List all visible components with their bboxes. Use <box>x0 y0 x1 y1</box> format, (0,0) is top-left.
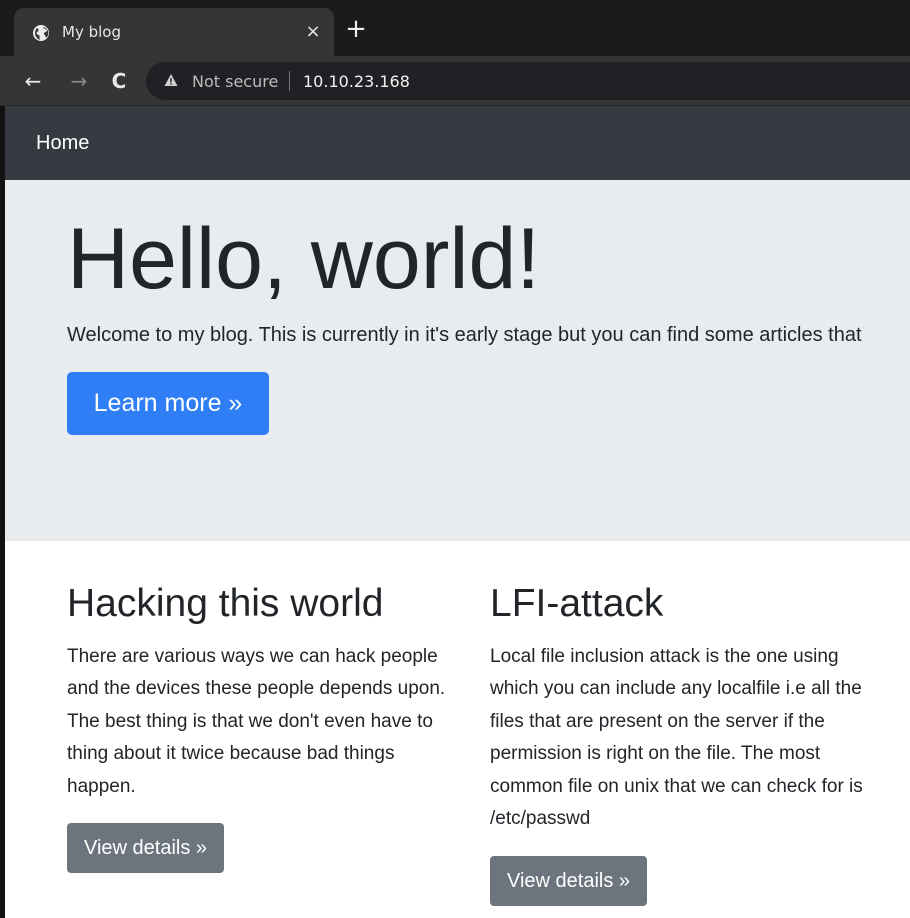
article-title: LFI-attack <box>490 582 664 625</box>
address-bar[interactable]: Not secure 10.10.23.168 <box>146 62 910 100</box>
article-body: Local file inclusion attack is the one u… <box>490 645 863 830</box>
address-separator <box>289 71 290 91</box>
article-body: There are various ways we can hack peopl… <box>67 645 446 797</box>
site-navbar: Home <box>0 106 910 180</box>
browser-tab-strip: My blog × + <box>0 0 910 56</box>
security-label[interactable]: Not secure <box>192 72 278 91</box>
browser-tab[interactable]: My blog × <box>14 8 334 56</box>
page-content: Home Hello, world! Welcome to my blog. T… <box>0 106 910 918</box>
back-button[interactable]: ← <box>20 68 46 94</box>
forward-button[interactable]: → <box>66 68 92 94</box>
tab-close-button[interactable]: × <box>302 21 324 43</box>
nav-home-link[interactable]: Home <box>36 132 89 155</box>
warning-triangle-icon <box>164 74 178 86</box>
hero-section: Hello, world! Welcome to my blog. This i… <box>5 180 910 541</box>
window-edge <box>0 106 5 918</box>
reload-button[interactable]: C <box>106 68 132 94</box>
learn-more-button[interactable]: Learn more » <box>67 372 269 435</box>
browser-toolbar: ← → C Not secure 10.10.23.168 <box>0 56 910 106</box>
view-details-button[interactable]: View details » <box>67 823 225 874</box>
article-card: Hacking this world There are various way… <box>67 581 457 874</box>
hero-title: Hello, world! <box>67 211 541 307</box>
article-title: Hacking this world <box>67 582 384 625</box>
url-text[interactable]: 10.10.23.168 <box>303 72 410 91</box>
new-tab-button[interactable]: + <box>344 16 368 42</box>
hero-lead-text: Welcome to my blog. This is currently in… <box>67 324 862 346</box>
article-card: LFI-attack Local file inclusion attack i… <box>490 581 880 906</box>
tab-title: My blog <box>62 23 121 41</box>
globe-icon <box>33 25 49 41</box>
view-details-button[interactable]: View details » <box>490 855 648 906</box>
